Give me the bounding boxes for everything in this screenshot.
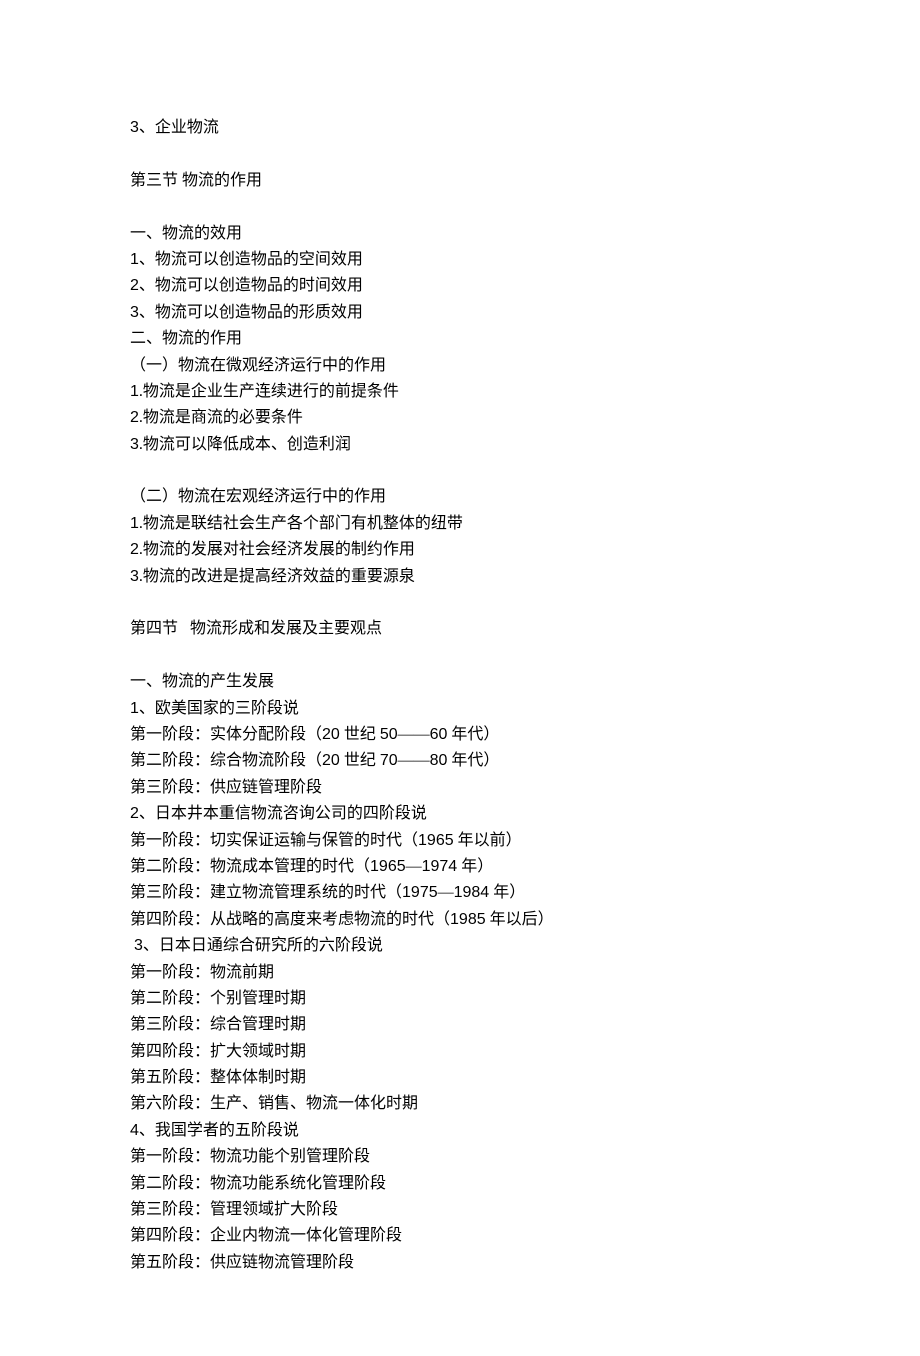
text-line (130, 194, 790, 220)
text-line: 第一阶段：物流前期 (130, 960, 790, 986)
text-line: 第四阶段：企业内物流一体化管理阶段 (130, 1223, 790, 1249)
text-line: 第三阶段：建立物流管理系统的时代（1975—1984 年） (130, 880, 790, 906)
document-page: 3、企业物流第三节 物流的作用一、物流的效用1、物流可以创造物品的空间效用2、物… (0, 0, 920, 1356)
text-line: 3、物流可以创造物品的形质效用 (130, 300, 790, 326)
text-line: 第二阶段：个别管理时期 (130, 986, 790, 1012)
text-line: 第五阶段：整体体制时期 (130, 1065, 790, 1091)
text-line: 第二阶段：物流功能系统化管理阶段 (130, 1171, 790, 1197)
text-line: 2.物流的发展对社会经济发展的制约作用 (130, 537, 790, 563)
text-line: 第四阶段：从战略的高度来考虑物流的时代（1985 年以后） (130, 907, 790, 933)
text-line (130, 458, 790, 484)
text-line: 第三阶段：供应链管理阶段 (130, 775, 790, 801)
text-line: 1.物流是企业生产连续进行的前提条件 (130, 379, 790, 405)
text-line: 3.物流可以降低成本、创造利润 (130, 432, 790, 458)
text-line: 二、物流的作用 (130, 326, 790, 352)
text-line: 第四阶段：扩大领域时期 (130, 1039, 790, 1065)
text-line: 第一阶段：切实保证运输与保管的时代（1965 年以前） (130, 828, 790, 854)
text-line: 2、物流可以创造物品的时间效用 (130, 273, 790, 299)
text-line: 4、我国学者的五阶段说 (130, 1118, 790, 1144)
text-line: 1、物流可以创造物品的空间效用 (130, 247, 790, 273)
text-line: 3、日本日通综合研究所的六阶段说 (130, 933, 790, 959)
document-body: 3、企业物流第三节 物流的作用一、物流的效用1、物流可以创造物品的空间效用2、物… (130, 115, 790, 1276)
text-line: 1、欧美国家的三阶段说 (130, 696, 790, 722)
text-line: 第二阶段：综合物流阶段（20 世纪 70——80 年代） (130, 748, 790, 774)
text-line: 第二阶段：物流成本管理的时代（1965—1974 年） (130, 854, 790, 880)
text-line: 3.物流的改进是提高经济效益的重要源泉 (130, 564, 790, 590)
text-line: 第五阶段：供应链物流管理阶段 (130, 1250, 790, 1276)
text-line (130, 643, 790, 669)
text-line: 第四节 物流形成和发展及主要观点 (130, 616, 790, 642)
text-line (130, 590, 790, 616)
text-line: （二）物流在宏观经济运行中的作用 (130, 484, 790, 510)
text-line: 第六阶段：生产、销售、物流一体化时期 (130, 1091, 790, 1117)
text-line: 2、日本井本重信物流咨询公司的四阶段说 (130, 801, 790, 827)
text-line: 1.物流是联结社会生产各个部门有机整体的纽带 (130, 511, 790, 537)
text-line: 3、企业物流 (130, 115, 790, 141)
text-line: 一、物流的产生发展 (130, 669, 790, 695)
text-line: 第三阶段：管理领域扩大阶段 (130, 1197, 790, 1223)
text-line: （一）物流在微观经济运行中的作用 (130, 353, 790, 379)
text-line: 第一阶段：物流功能个别管理阶段 (130, 1144, 790, 1170)
text-line: 2.物流是商流的必要条件 (130, 405, 790, 431)
text-line: 一、物流的效用 (130, 221, 790, 247)
text-line (130, 141, 790, 167)
text-line: 第一阶段：实体分配阶段（20 世纪 50——60 年代） (130, 722, 790, 748)
text-line: 第三节 物流的作用 (130, 168, 790, 194)
text-line: 第三阶段：综合管理时期 (130, 1012, 790, 1038)
